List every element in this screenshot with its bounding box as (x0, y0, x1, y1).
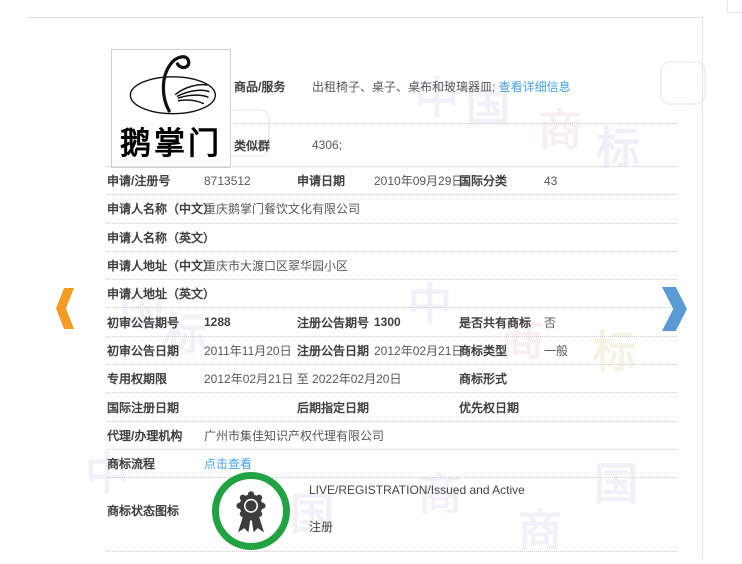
table-row: 申请人地址（英文） (107, 280, 677, 309)
similar-group-value: 4306; (312, 138, 343, 152)
exclusive-period-label: 专用权期限 (107, 372, 168, 387)
reg-pub-no-label: 注册公告期号 (297, 315, 370, 330)
is-shared-label: 是否共有商标 (459, 315, 532, 330)
intl-reg-date-label: 国际注册日期 (107, 400, 180, 415)
agent-label: 代理/办理机构 (107, 428, 183, 443)
detail-table: 申请/注册号 8713512 申请日期 2010年09月29日 国际分类 43 … (107, 166, 677, 479)
trademark-name-text: 鹅掌门 (120, 126, 222, 161)
registration-medal-icon (212, 472, 290, 551)
applicant-cn-label: 申请人名称（中文） (107, 202, 216, 217)
app-date-label: 申请日期 (297, 174, 346, 189)
exclusive-period-value: 2012年02月21日 至 2022年02月20日 (204, 372, 402, 387)
first-pub-no-value: 1288 (204, 315, 231, 330)
table-row: 初审公告日期 2011年11月20日 注册公告日期 2012年02月21日 商标… (107, 337, 677, 366)
priority-date-label: 优先权日期 (459, 400, 520, 415)
app-date-value: 2010年09月29日 (374, 174, 464, 189)
table-row: 申请人名称（中文） 重庆鹅掌门餐饮文化有限公司 (107, 195, 677, 224)
corner-decoration (727, 0, 742, 13)
first-pub-no-label: 初审公告期号 (107, 315, 180, 330)
later-desig-date-label: 后期指定日期 (297, 400, 370, 415)
ribbon-award-icon (236, 491, 266, 533)
reg-no-value: 8713512 (204, 173, 251, 188)
view-details-link[interactable]: 查看详细信息 (499, 80, 571, 94)
goods-value: 出租椅子、桌子、桌布和玻璃器皿; 查看详细信息 (312, 78, 677, 95)
agent-value: 广州市集佳知识产权代理有限公司 (204, 428, 385, 443)
reg-pub-date-label: 注册公告日期 (297, 343, 370, 358)
table-row: 申请/注册号 8713512 申请日期 2010年09月29日 国际分类 43 (107, 167, 677, 196)
tm-type-label: 商标类型 (459, 343, 508, 358)
table-row: 申请人地址（中文） 重庆市大渡口区翠华园小区 (107, 252, 677, 281)
tm-form-label: 商标形式 (459, 372, 508, 387)
address-en-label: 申请人地址（英文） (107, 287, 216, 302)
similar-group-row: 类似群 4306; (234, 124, 677, 166)
reg-no-label: 申请/注册号 (107, 174, 171, 189)
goods-section: 商品/服务 出租椅子、桌子、桌布和玻璃器皿; 查看详细信息 类似群 4306; (234, 49, 677, 166)
status-text-cn: 注册 (309, 520, 334, 535)
reg-pub-date-value: 2012年02月21日 (374, 343, 464, 358)
table-row: 申请人名称（英文） (107, 224, 677, 252)
tm-type-value: 一般 (544, 343, 569, 358)
swan-logo-image (129, 55, 216, 115)
address-cn-label: 申请人地址（中文） (107, 259, 216, 274)
trademark-logo: 鹅掌门 (111, 49, 231, 168)
goods-label: 商品/服务 (234, 79, 286, 94)
table-row: 专用权期限 2012年02月21日 至 2022年02月20日 商标形式 (107, 365, 677, 394)
status-row: 商标状态图标 LIVE/REGISTRATION/Issued and Acti… (107, 466, 677, 553)
goods-value-text: 出租椅子、桌子、桌布和玻璃器皿; (312, 79, 499, 94)
table-row: 国际注册日期 后期指定日期 优先权日期 (107, 393, 677, 422)
first-pub-date-label: 初审公告日期 (107, 343, 180, 358)
intl-class-value: 43 (544, 173, 558, 188)
trademark-detail-panel: 中 国 商 标 国 标 中 商 标 中 国 商 国 商 鹅掌门 商品/服务 出租… (27, 17, 706, 558)
goods-row: 商品/服务 出租椅子、桌子、桌布和玻璃器皿; 查看详细信息 (234, 49, 677, 124)
applicant-cn-value: 重庆鹅掌门餐饮文化有限公司 (204, 202, 361, 217)
similar-group-label: 类似群 (234, 138, 271, 153)
address-cn-value: 重庆市大渡口区翠华园小区 (204, 259, 349, 274)
applicant-en-label: 申请人名称（英文） (107, 230, 216, 245)
first-pub-date-value: 2011年11月20日 (204, 343, 292, 358)
status-label: 商标状态图标 (107, 504, 180, 519)
status-text-en: LIVE/REGISTRATION/Issued and Active (309, 483, 525, 498)
table-row: 代理/办理机构 广州市集佳知识产权代理有限公司 (107, 422, 677, 450)
is-shared-value: 否 (544, 315, 557, 330)
table-row: 初审公告期号 1288 注册公告期号 1300 是否共有商标 否 (107, 308, 677, 337)
reg-pub-no-value: 1300 (374, 315, 401, 330)
intl-class-label: 国际分类 (459, 174, 508, 189)
